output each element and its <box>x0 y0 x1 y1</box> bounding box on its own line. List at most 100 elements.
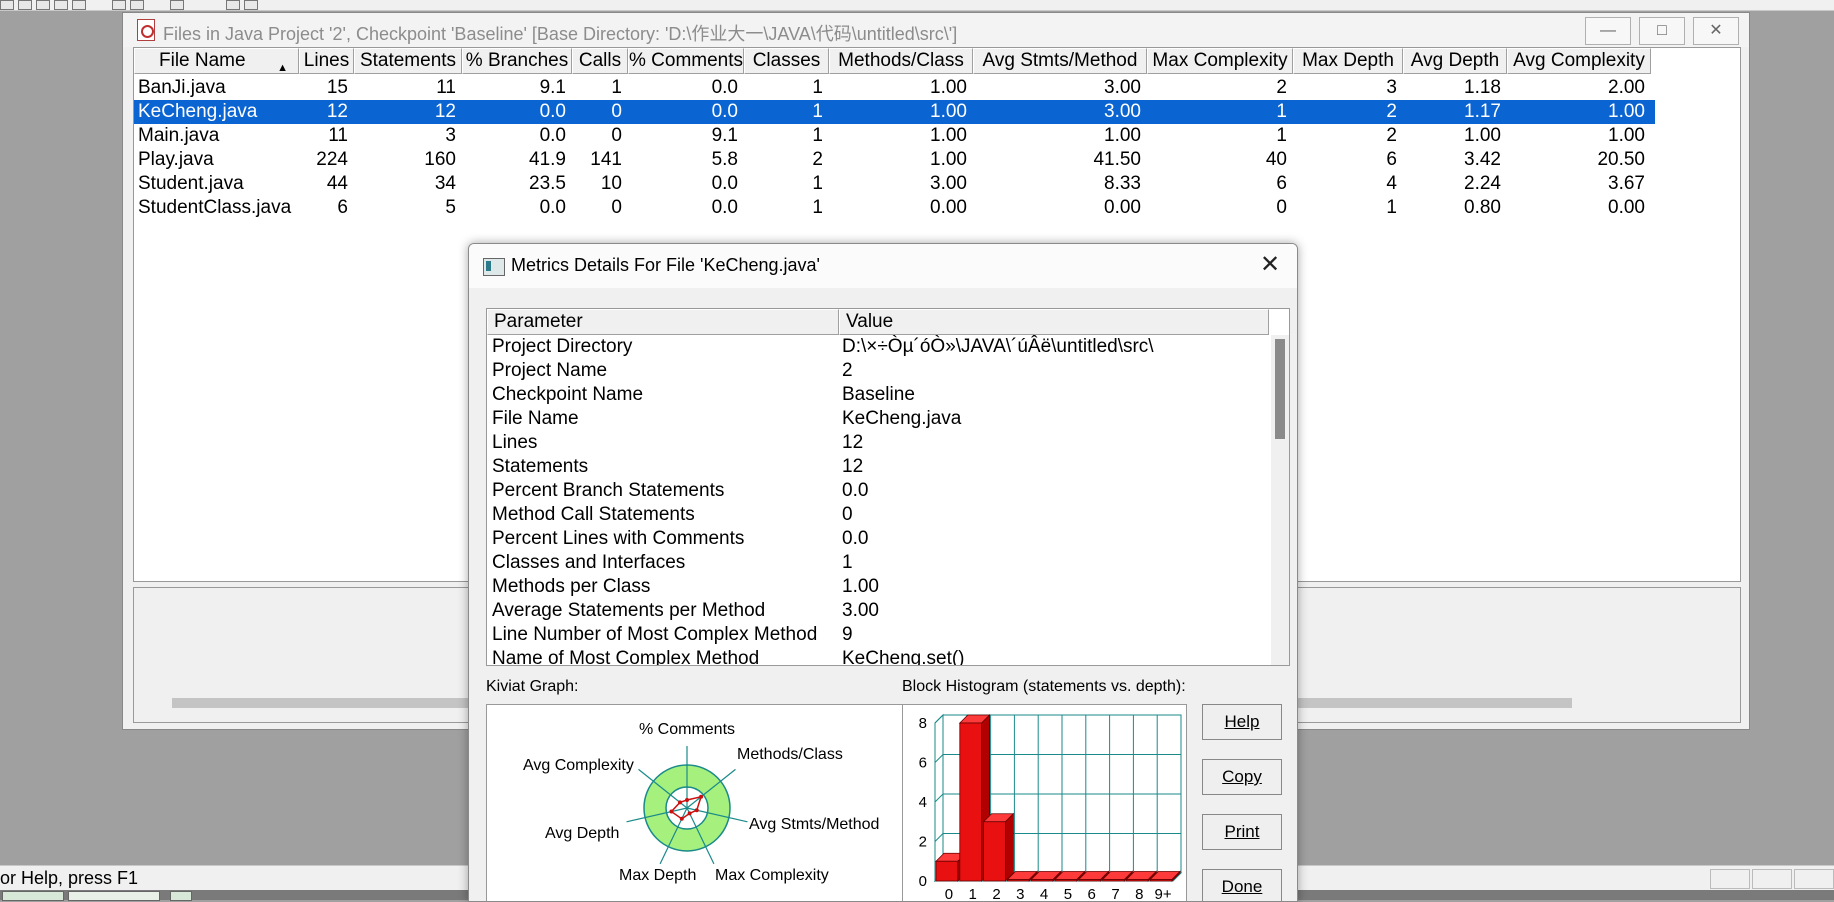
table-cell: 1.00 <box>1608 125 1645 146</box>
column-header[interactable]: % Branches <box>462 48 572 74</box>
close-button[interactable]: ✕ <box>1693 17 1739 45</box>
table-cell: 224 <box>316 149 348 170</box>
column-header[interactable]: Max Complexity <box>1147 48 1293 74</box>
parameter-row[interactable]: Statements 12 <box>487 455 1267 479</box>
table-cell: 2 <box>1276 77 1287 98</box>
parameter-row[interactable]: File Name KeCheng.java <box>487 407 1267 431</box>
toolbar-button[interactable] <box>226 0 240 10</box>
parameter-value: 1.00 <box>842 576 879 597</box>
table-cell: 3.00 <box>1104 77 1141 98</box>
table-row[interactable]: Play.java 224 160 41.9 141 5.8 2 1.00 41.50 40 6 3.… <box>134 148 1655 172</box>
scrollbar-thumb[interactable] <box>1275 339 1285 439</box>
kiviat-value-point <box>699 794 704 799</box>
parameter-row[interactable]: Name of Most Complex Method KeCheng.set() <box>487 647 1267 666</box>
table-cell: 20.50 <box>1597 149 1645 170</box>
files-window-titlebar[interactable]: Files in Java Project '2', Checkpoint 'B… <box>123 13 1749 47</box>
kiviat-axis-label: Avg Stmts/Method <box>749 816 880 833</box>
column-header[interactable]: Avg Stmts/Method <box>973 48 1147 74</box>
dialog-titlebar[interactable]: Metrics Details For File 'KeCheng.java' … <box>469 244 1297 288</box>
parameter-row[interactable]: Percent Lines with Comments 0.0 <box>487 527 1267 551</box>
table-cell: 2.24 <box>1464 173 1501 194</box>
toolbar-button[interactable] <box>36 0 50 10</box>
toolbar-button[interactable] <box>130 0 144 10</box>
table-cell: 0.0 <box>711 173 738 194</box>
table-cell: 1 <box>1276 101 1287 122</box>
parameter-row[interactable]: Project Directory D:\×÷Òµ´óÒ»\JAVA\´úÂë\u… <box>487 335 1267 359</box>
table-cell: 6 <box>1276 173 1287 194</box>
print-button[interactable]: Print <box>1202 814 1282 850</box>
parameter-row[interactable]: Methods per Class 1.00 <box>487 575 1267 599</box>
column-header[interactable]: Lines <box>299 48 354 74</box>
parameter-value: 2 <box>842 360 853 381</box>
parameter-name: Methods per Class <box>492 576 651 597</box>
histogram-bar-front <box>1030 879 1054 882</box>
parameter-value: KeCheng.java <box>842 408 962 429</box>
histogram-bar-front <box>1125 879 1149 882</box>
column-header[interactable]: Classes <box>744 48 829 74</box>
toolbar-button[interactable] <box>18 0 32 10</box>
toolbar-button[interactable] <box>170 0 184 10</box>
parameter-name: Percent Lines with Comments <box>492 528 745 549</box>
table-row[interactable]: Student.java 44 34 23.5 10 0.0 1 3.00 8.33 6 4 2.24… <box>134 172 1655 196</box>
column-header[interactable]: File Name ▲ <box>134 48 299 74</box>
vertical-scrollbar[interactable] <box>1271 335 1289 665</box>
parameter-row[interactable]: Project Name 2 <box>487 359 1267 383</box>
table-cell: 0 <box>1276 197 1287 218</box>
table-cell: 0.0 <box>711 101 738 122</box>
toolbar-button[interactable] <box>112 0 126 10</box>
toolbar-button[interactable] <box>0 0 14 10</box>
table-cell: 1 <box>812 101 823 122</box>
table-cell: 1.18 <box>1464 77 1501 98</box>
table-cell: 1 <box>1276 125 1287 146</box>
table-cell: 1 <box>812 173 823 194</box>
block-histogram: 0 2 4 6 8 0 1 2 3 4 5 6 7 8 9+ <box>902 704 1187 901</box>
table-cell: 44 <box>326 173 348 194</box>
help-button[interactable]: Help <box>1202 704 1282 740</box>
table-row[interactable]: StudentClass.java 6 5 0.0 0 0.0 1 0.00 0.00 0 1 0.8… <box>134 196 1655 220</box>
column-header[interactable]: % Comments <box>628 48 744 74</box>
copy-button[interactable]: Copy <box>1202 759 1282 795</box>
parameter-row[interactable]: Checkpoint Name Baseline <box>487 383 1267 407</box>
dialog-close-icon[interactable]: ✕ <box>1253 250 1287 280</box>
table-cell: 9.1 <box>539 77 566 98</box>
toolbar-button[interactable] <box>72 0 86 10</box>
table-cell: 2 <box>1386 125 1397 146</box>
column-header[interactable]: Avg Depth <box>1403 48 1507 74</box>
parameter-name: Name of Most Complex Method <box>492 648 760 666</box>
table-cell: 3.00 <box>1104 101 1141 122</box>
kiviat-value-point <box>669 809 674 814</box>
table-row[interactable]: KeCheng.java 12 12 0.0 0 0.0 1 1.00 3.00 1 2 1.17 1.… <box>134 100 1655 124</box>
table-row[interactable]: Main.java 11 3 0.0 0 9.1 1 1.00 1.00 1 2 1.00 1.00 <box>134 124 1655 148</box>
parameter-row[interactable]: Percent Branch Statements 0.0 <box>487 479 1267 503</box>
parameter-row[interactable]: Lines 12 <box>487 431 1267 455</box>
column-header[interactable]: Calls <box>572 48 628 74</box>
minimize-button[interactable]: — <box>1585 17 1631 45</box>
help-button-label: Help <box>1224 712 1260 731</box>
toolbar-button[interactable] <box>54 0 68 10</box>
column-header[interactable]: Avg Complexity <box>1507 48 1651 74</box>
table-cell: 5.8 <box>711 149 738 170</box>
table-cell: 10 <box>600 173 622 194</box>
parameter-row[interactable]: Method Call Statements 0 <box>487 503 1267 527</box>
column-header[interactable]: Methods/Class <box>829 48 973 74</box>
kiviat-axis-label: % Comments <box>639 721 736 738</box>
parameter-row[interactable]: Average Statements per Method 3.00 <box>487 599 1267 623</box>
parameter-row[interactable]: Line Number of Most Complex Method 9 <box>487 623 1267 647</box>
histogram-bar-front <box>935 860 959 882</box>
histogram-y-gridline <box>934 754 944 763</box>
histogram-y-gridline <box>934 714 944 724</box>
column-header[interactable]: Max Depth <box>1293 48 1403 74</box>
status-indicator <box>1752 869 1792 889</box>
done-button[interactable]: Done <box>1202 869 1282 901</box>
table-row[interactable]: BanJi.java 15 11 9.1 1 0.0 1 1.00 3.00 2 3 1.18 2.00 <box>134 76 1655 100</box>
parameter-row[interactable]: Classes and Interfaces 1 <box>487 551 1267 575</box>
metrics-details-dialog: Metrics Details For File 'KeCheng.java' … <box>468 243 1298 902</box>
maximize-button[interactable]: □ <box>1639 17 1685 45</box>
block-histogram-svg: 024680 1 2 3 4 5 6 7 8 9+ <box>919 713 1183 901</box>
column-header-label: File Name <box>159 50 246 71</box>
value-column-header[interactable]: Value <box>839 309 1269 335</box>
parameter-column-header[interactable]: Parameter <box>487 309 839 335</box>
toolbar-button[interactable] <box>244 0 258 10</box>
table-cell: 12 <box>434 101 456 122</box>
column-header[interactable]: Statements <box>354 48 462 74</box>
